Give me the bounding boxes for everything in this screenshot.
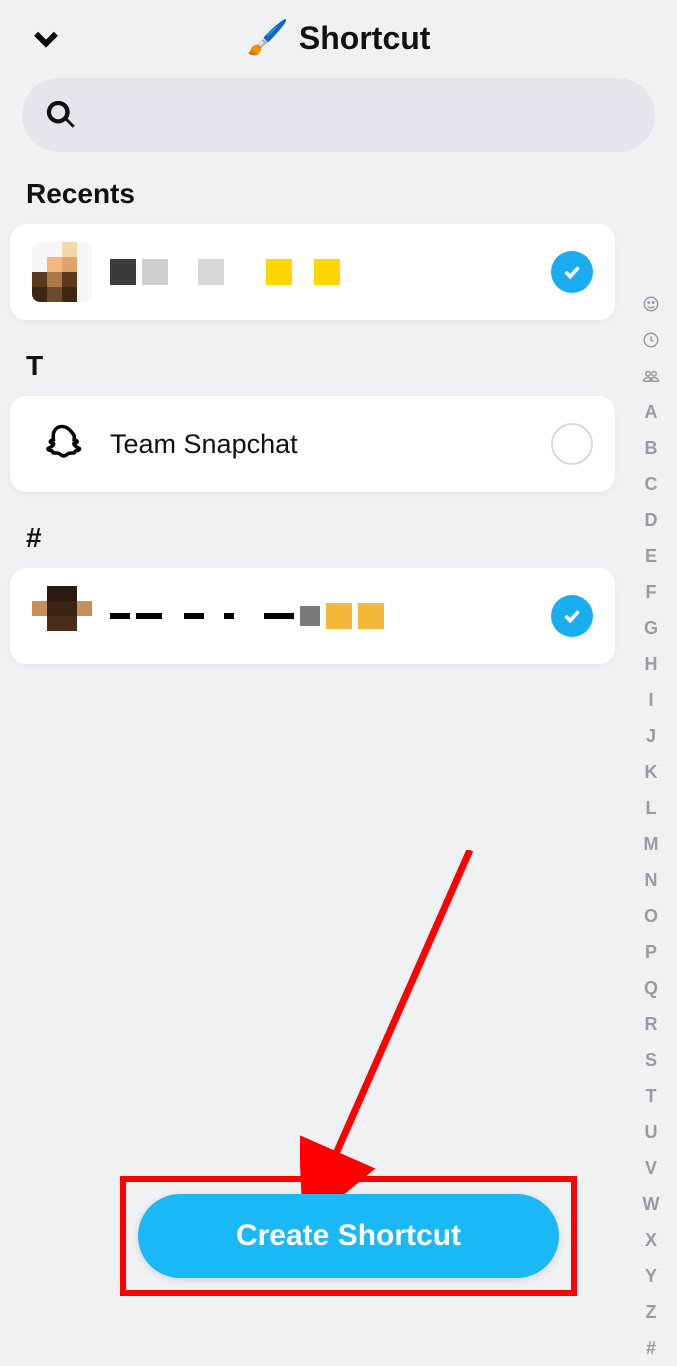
contact-row-team-snapchat[interactable]: Team Snapchat [10, 396, 615, 492]
index-letter[interactable]: M [637, 826, 665, 862]
section-header-recents: Recents [0, 170, 677, 224]
index-letter[interactable]: O [637, 898, 665, 934]
index-letter[interactable]: X [637, 1222, 665, 1258]
index-letter[interactable]: I [637, 682, 665, 718]
alphabet-index[interactable]: A B C D E F G H I J K L M N O P Q R S T … [637, 286, 665, 1366]
check-icon [561, 605, 583, 627]
index-letter[interactable]: W [637, 1186, 665, 1222]
index-letter[interactable]: L [637, 790, 665, 826]
index-letter[interactable]: K [637, 754, 665, 790]
index-letter[interactable]: F [637, 574, 665, 610]
index-letter[interactable]: U [637, 1114, 665, 1150]
index-letter[interactable]: H [637, 646, 665, 682]
index-letter[interactable]: R [637, 1006, 665, 1042]
section-header-hash: # [0, 514, 677, 568]
index-letter[interactable]: T [637, 1078, 665, 1114]
selection-toggle[interactable] [551, 251, 593, 293]
contact-name: Team Snapchat [110, 429, 551, 460]
header: 🖌️ Shortcut [0, 0, 677, 68]
index-letter[interactable]: C [637, 466, 665, 502]
index-clock-icon[interactable] [637, 322, 665, 358]
search-container [0, 68, 677, 170]
annotation-highlight-box: Create Shortcut [120, 1176, 577, 1296]
paintbrush-icon: 🖌️ [247, 18, 289, 58]
title-text: Shortcut [299, 20, 431, 57]
index-letter[interactable]: # [637, 1330, 665, 1366]
search-icon [44, 98, 78, 132]
avatar [32, 414, 92, 474]
index-emoji-icon[interactable] [637, 286, 665, 322]
avatar [32, 242, 92, 302]
index-letter[interactable]: V [637, 1150, 665, 1186]
annotation-arrow [300, 850, 500, 1210]
selection-toggle[interactable] [551, 423, 593, 465]
section-header-t: T [0, 342, 677, 396]
index-letter[interactable]: Y [637, 1258, 665, 1294]
contact-name-redacted [110, 259, 551, 285]
contact-row-hash[interactable] [10, 568, 615, 664]
create-shortcut-button[interactable]: Create Shortcut [138, 1194, 559, 1278]
index-letter[interactable]: Q [637, 970, 665, 1006]
selection-toggle[interactable] [551, 595, 593, 637]
search-bar[interactable] [22, 78, 655, 152]
search-input[interactable] [92, 100, 633, 131]
collapse-chevron[interactable] [26, 18, 66, 58]
cta-label: Create Shortcut [236, 1219, 461, 1253]
check-icon [561, 261, 583, 283]
index-letter[interactable]: S [637, 1042, 665, 1078]
index-letter[interactable]: G [637, 610, 665, 646]
index-letter[interactable]: B [637, 430, 665, 466]
index-group-icon[interactable] [637, 358, 665, 394]
avatar [32, 586, 92, 646]
index-letter[interactable]: Z [637, 1294, 665, 1330]
ghost-icon [41, 423, 83, 465]
page-title: 🖌️ Shortcut [0, 18, 677, 58]
index-letter[interactable]: N [637, 862, 665, 898]
contact-row-recent[interactable] [10, 224, 615, 320]
index-letter[interactable]: D [637, 502, 665, 538]
index-letter[interactable]: A [637, 394, 665, 430]
chevron-down-icon [29, 21, 63, 55]
index-letter[interactable]: E [637, 538, 665, 574]
index-letter[interactable]: P [637, 934, 665, 970]
contact-name-redacted [110, 603, 551, 629]
index-letter[interactable]: J [637, 718, 665, 754]
